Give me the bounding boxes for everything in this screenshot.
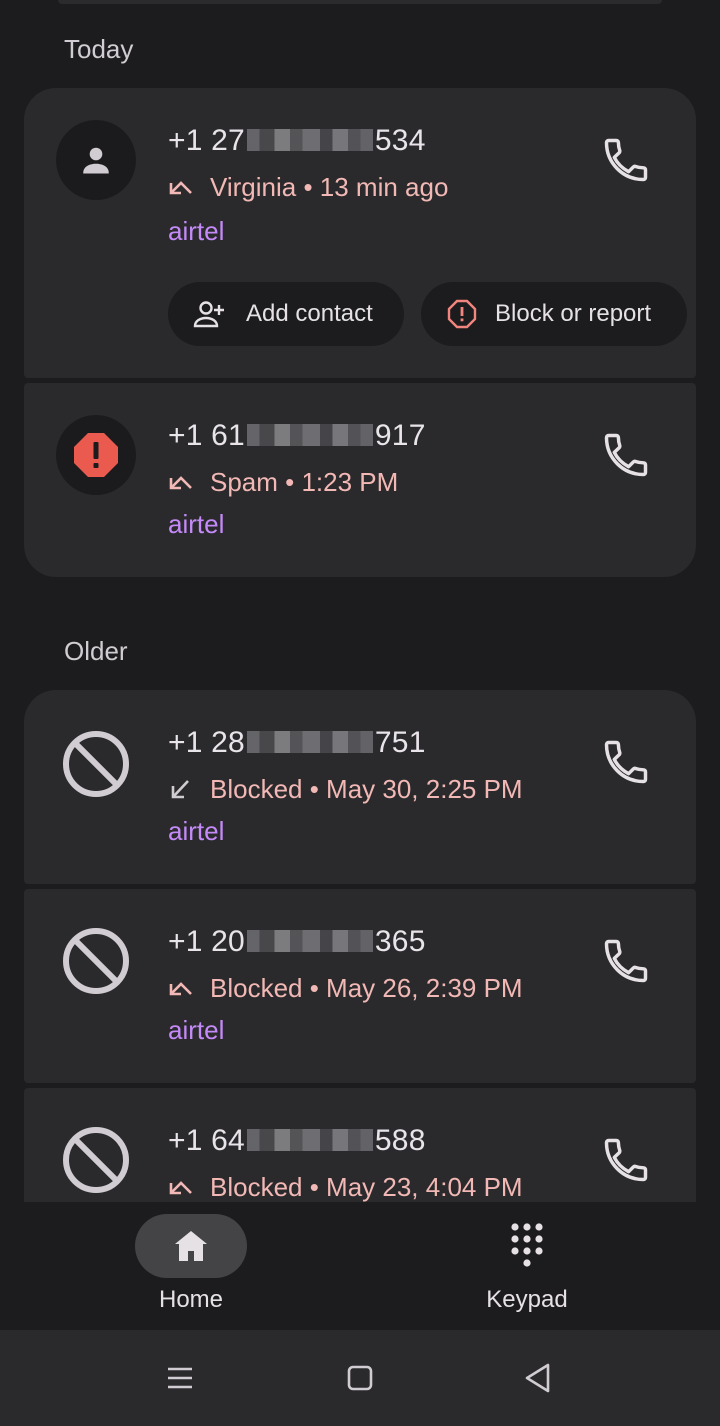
phone-number: +1 28 751 <box>168 726 426 759</box>
system-navigation-bar <box>0 1330 720 1426</box>
redacted-digits <box>246 731 373 753</box>
phone-number: +1 20 365 <box>168 925 426 958</box>
home-button-icon[interactable] <box>342 1360 378 1396</box>
recents-screen: Today +1 27 534 Virginia • 13 min ago air… <box>0 0 720 1426</box>
call-log-item[interactable]: +1 61 917 Spam • 1:23 PM airtel <box>24 383 696 577</box>
avatar[interactable] <box>56 120 136 200</box>
phone-call-icon[interactable] <box>600 134 652 186</box>
block-or-report-button[interactable]: Block or report <box>421 282 687 346</box>
recent-apps-icon[interactable] <box>162 1360 198 1396</box>
phone-call-icon[interactable] <box>600 429 652 481</box>
phone-call-icon[interactable] <box>600 1134 652 1186</box>
call-log-item[interactable]: +1 64 588 Blocked • May 23, 4:04 PM <box>24 1088 696 1202</box>
incoming-call-icon <box>171 779 189 798</box>
section-header-older: Older <box>64 636 128 666</box>
nav-home-indicator[interactable] <box>135 1214 247 1278</box>
redacted-digits <box>246 424 373 446</box>
nav-home-label: Home <box>158 1286 224 1313</box>
blocked-icon <box>63 1127 129 1193</box>
call-meta: Blocked • May 26, 2:39 PM <box>168 973 523 1004</box>
call-log-item[interactable]: +1 28 751 Blocked • May 30, 2:25 PM airte… <box>24 690 696 884</box>
missed-call-icon <box>169 475 192 489</box>
missed-call-icon <box>169 981 192 995</box>
redacted-digits <box>246 930 373 952</box>
call-meta: Spam • 1:23 PM <box>168 467 398 498</box>
section-header-today: Today <box>64 34 134 64</box>
dialpad-icon <box>511 1223 543 1267</box>
nav-keypad[interactable]: Keypad <box>471 1214 583 1314</box>
home-icon <box>175 1231 207 1261</box>
call-log-item[interactable]: +1 20 365 Blocked • May 26, 2:39 PM airte… <box>24 889 696 1083</box>
report-icon <box>447 299 477 329</box>
back-icon[interactable] <box>520 1360 556 1396</box>
previous-card-edge <box>58 0 662 4</box>
blocked-icon <box>63 731 129 797</box>
blocked-icon <box>63 928 129 994</box>
call-log-item[interactable]: +1 27 534 Virginia • 13 min ago airtel Ad… <box>24 88 696 378</box>
call-meta: Blocked • May 30, 2:25 PM <box>168 774 523 805</box>
bottom-navigation: Home Keypad <box>0 1202 720 1330</box>
redacted-digits <box>246 129 373 151</box>
avatar[interactable] <box>56 415 136 495</box>
nav-home[interactable]: Home <box>135 1214 247 1314</box>
redacted-digits <box>246 1129 373 1151</box>
call-meta: Virginia • 13 min ago <box>168 172 448 203</box>
nav-keypad-label: Keypad <box>486 1286 568 1313</box>
person-icon <box>83 147 109 174</box>
phone-number: +1 61 917 <box>168 419 426 452</box>
nav-keypad-indicator[interactable] <box>471 1214 583 1278</box>
phone-call-icon[interactable] <box>600 935 652 987</box>
spam-icon <box>74 433 118 477</box>
phone-number: +1 64 588 <box>168 1124 426 1157</box>
carrier-label: airtel <box>168 1015 225 1045</box>
add-contact-button[interactable]: Add contact <box>168 282 404 346</box>
missed-call-icon <box>169 1180 192 1194</box>
carrier-label: airtel <box>168 216 225 246</box>
carrier-label: airtel <box>168 816 225 846</box>
phone-number: +1 27 534 <box>168 124 426 157</box>
phone-call-icon[interactable] <box>600 736 652 788</box>
call-meta: Blocked • May 23, 4:04 PM <box>168 1172 523 1202</box>
missed-call-icon <box>169 180 192 194</box>
add-person-icon <box>193 301 224 328</box>
carrier-label: airtel <box>168 509 225 539</box>
